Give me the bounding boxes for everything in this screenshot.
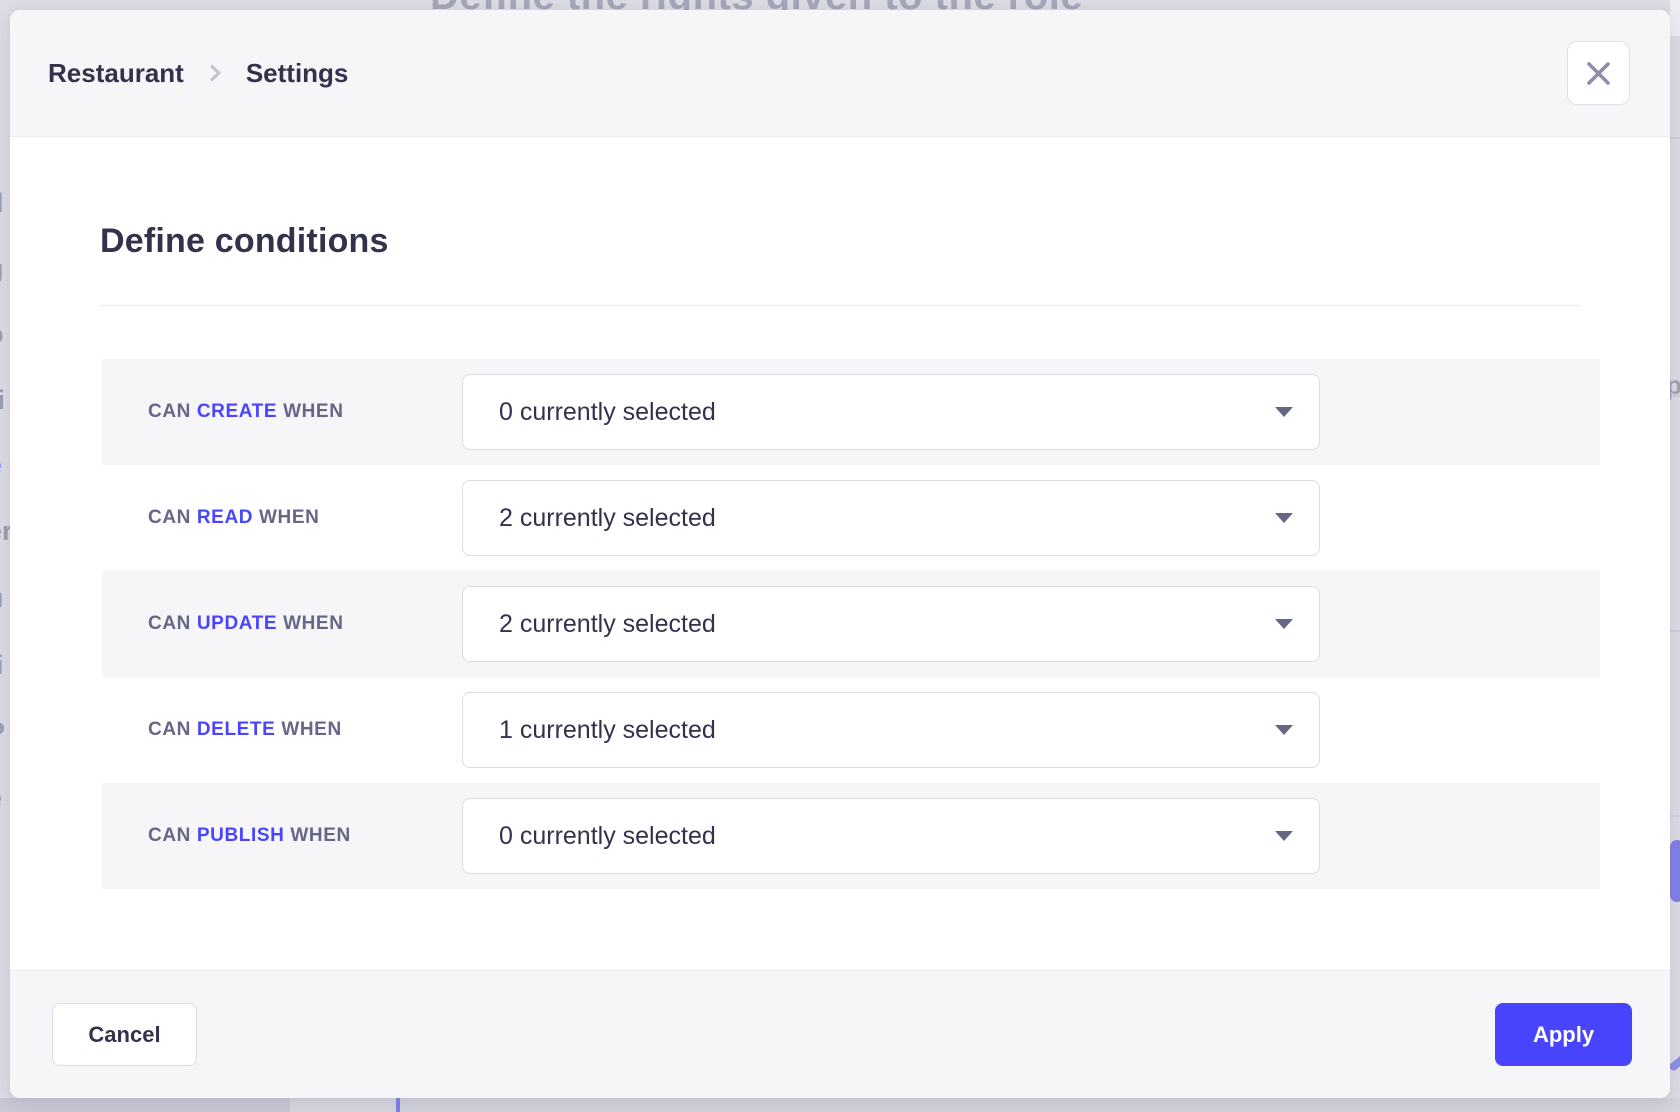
page-text-fragment: g	[0, 256, 10, 283]
modal-title: Define conditions	[100, 222, 1580, 261]
conditions-select-value: 0 currently selected	[499, 822, 716, 851]
permission-row: CAN PUBLISH WHEN 0 currently selected	[102, 783, 1600, 889]
page-text-fragment: er	[0, 518, 10, 545]
page-text-fragment: p	[1670, 372, 1680, 398]
pencil-icon	[1670, 1052, 1680, 1072]
permission-label: CAN UPDATE WHEN	[148, 613, 462, 635]
chevron-down-icon	[1275, 407, 1293, 417]
conditions-select-value: 0 currently selected	[499, 398, 716, 427]
modal-footer: Cancel Apply	[10, 970, 1670, 1098]
conditions-select-value: 1 currently selected	[499, 716, 716, 745]
permission-action-label: CREATE	[197, 401, 277, 422]
modal-header: Restaurant Settings	[10, 10, 1670, 137]
modal-body: Define conditions CAN CREATE WHEN 0 curr…	[10, 137, 1670, 970]
apply-button[interactable]: Apply	[1495, 1003, 1632, 1066]
breadcrumb-item-restaurant: Restaurant	[48, 58, 184, 89]
page-fragments-right: p	[1670, 0, 1680, 1098]
permission-label: CAN READ WHEN	[148, 507, 462, 529]
close-icon	[1585, 60, 1612, 87]
page-row-line	[1670, 630, 1680, 632]
page-text-fragment: ri	[0, 387, 10, 414]
conditions-select[interactable]: 0 currently selected	[462, 374, 1320, 450]
page-bottom-edge	[0, 1098, 1680, 1112]
conditions-select[interactable]: 2 currently selected	[462, 586, 1320, 662]
page-text-fragment: e	[0, 785, 10, 812]
chevron-right-icon	[204, 62, 226, 84]
permission-label: CAN DELETE WHEN	[148, 719, 462, 741]
page-text-fragments-left: r d g o ri e er u ti Pe	[0, 0, 10, 1098]
breadcrumb: Restaurant Settings	[48, 58, 348, 89]
page-text-fragment: u	[0, 585, 10, 612]
permission-label: CAN CREATE WHEN	[148, 401, 462, 423]
page-text-fragment: r	[0, 118, 10, 145]
page-text-fragment: d	[0, 190, 10, 217]
page-row-line	[1670, 815, 1680, 817]
permission-action-label: UPDATE	[197, 613, 277, 634]
page-button-edge	[1670, 840, 1680, 902]
conditions-select[interactable]: 0 currently selected	[462, 798, 1320, 874]
permission-rows: CAN CREATE WHEN 0 currently selected CAN…	[102, 359, 1600, 889]
permission-row: CAN READ WHEN 2 currently selected	[102, 465, 1600, 571]
page-text-fragment: P	[0, 719, 10, 746]
page-text-fragment: o	[0, 321, 10, 348]
conditions-select[interactable]: 1 currently selected	[462, 692, 1320, 768]
page-table-cell-edge	[400, 1098, 1680, 1112]
cancel-button[interactable]: Cancel	[52, 1003, 197, 1066]
conditions-select[interactable]: 2 currently selected	[462, 480, 1320, 556]
permission-row: CAN CREATE WHEN 0 currently selected	[102, 359, 1600, 465]
permission-action-label: DELETE	[197, 719, 276, 740]
page-text-fragment: ti	[0, 652, 10, 679]
conditions-select-value: 2 currently selected	[499, 504, 716, 533]
divider	[100, 305, 1580, 306]
permission-action-label: READ	[197, 507, 253, 528]
define-conditions-modal: Restaurant Settings Define conditions	[10, 10, 1670, 1098]
permission-label: CAN PUBLISH WHEN	[148, 825, 462, 847]
page-table-cell-edge	[290, 1098, 396, 1112]
chevron-down-icon	[1275, 513, 1293, 523]
permission-row: CAN DELETE WHEN 1 currently selected	[102, 677, 1600, 783]
breadcrumb-item-settings: Settings	[246, 58, 349, 89]
page-text-fragment: e	[0, 452, 10, 479]
close-button[interactable]	[1567, 41, 1630, 105]
page-row-line	[1670, 137, 1680, 139]
chevron-down-icon	[1275, 831, 1293, 841]
permission-row: CAN UPDATE WHEN 2 currently selected	[102, 571, 1600, 677]
chevron-down-icon	[1275, 725, 1293, 735]
permission-action-label: PUBLISH	[197, 825, 285, 846]
page-card-edge	[1670, 0, 1680, 36]
chevron-down-icon	[1275, 619, 1293, 629]
screen: Define the rights given to the role rdgo…	[0, 0, 1680, 1112]
conditions-select-value: 2 currently selected	[499, 610, 716, 639]
